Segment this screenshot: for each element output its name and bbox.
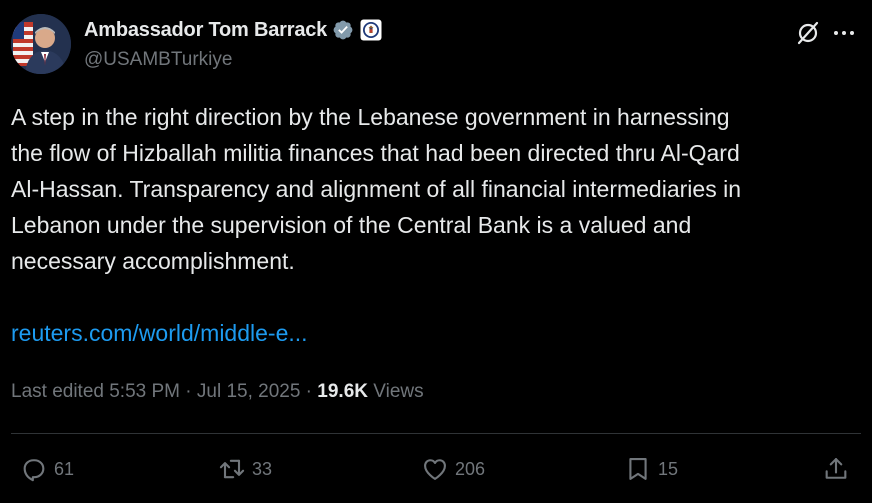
tweet-link[interactable]: reuters.com/world/middle-e... xyxy=(11,315,308,351)
tweet-text-line: Al-Hassan. Transparency and alignment of… xyxy=(11,176,741,202)
grok-icon[interactable] xyxy=(794,19,822,47)
avatar[interactable] xyxy=(11,14,71,74)
divider xyxy=(11,433,861,434)
tweet-header: Ambassador Tom Barrack @USAMBTurkiye xyxy=(11,14,858,78)
bookmark-icon xyxy=(629,458,647,480)
views-count: 19.6K xyxy=(317,381,368,402)
tweet-text: A step in the right direction by the Leb… xyxy=(11,99,861,279)
reply-icon xyxy=(23,459,45,482)
bookmark-button[interactable]: 15 xyxy=(624,451,678,487)
more-icon[interactable] xyxy=(830,19,858,47)
government-seal-icon[interactable] xyxy=(360,19,382,41)
handle[interactable]: @USAMBTurkiye xyxy=(84,49,232,71)
like-count: 206 xyxy=(455,458,486,479)
name-row: Ambassador Tom Barrack xyxy=(84,17,382,43)
display-name[interactable]: Ambassador Tom Barrack xyxy=(84,19,327,42)
share-button[interactable] xyxy=(822,451,850,487)
heart-icon xyxy=(424,459,446,480)
share-icon xyxy=(825,458,847,479)
edited-timestamp[interactable]: Last edited 5:53 PM · Jul 15, 2025 · xyxy=(11,381,317,402)
tweet-text-line: Lebanon under the supervision of the Cen… xyxy=(11,212,692,238)
repost-icon xyxy=(219,459,245,479)
tweet-text-line: necessary accomplishment. xyxy=(11,248,295,274)
tweet-text-line: A step in the right direction by the Leb… xyxy=(11,104,730,130)
tweet-meta: Last edited 5:53 PM · Jul 15, 2025 · 19.… xyxy=(11,378,424,406)
reply-count: 61 xyxy=(54,458,75,479)
repost-count: 33 xyxy=(252,458,273,479)
tweet-text-line: the flow of Hizballah militia finances t… xyxy=(11,140,740,166)
reply-button[interactable]: 61 xyxy=(20,451,74,487)
repost-button[interactable]: 33 xyxy=(218,451,272,487)
verified-badge-icon[interactable] xyxy=(332,19,354,41)
views-label: Views xyxy=(368,381,424,402)
bookmark-count: 15 xyxy=(658,458,679,479)
action-bar: 61 33 206 15 xyxy=(0,451,872,487)
like-button[interactable]: 206 xyxy=(421,451,485,487)
